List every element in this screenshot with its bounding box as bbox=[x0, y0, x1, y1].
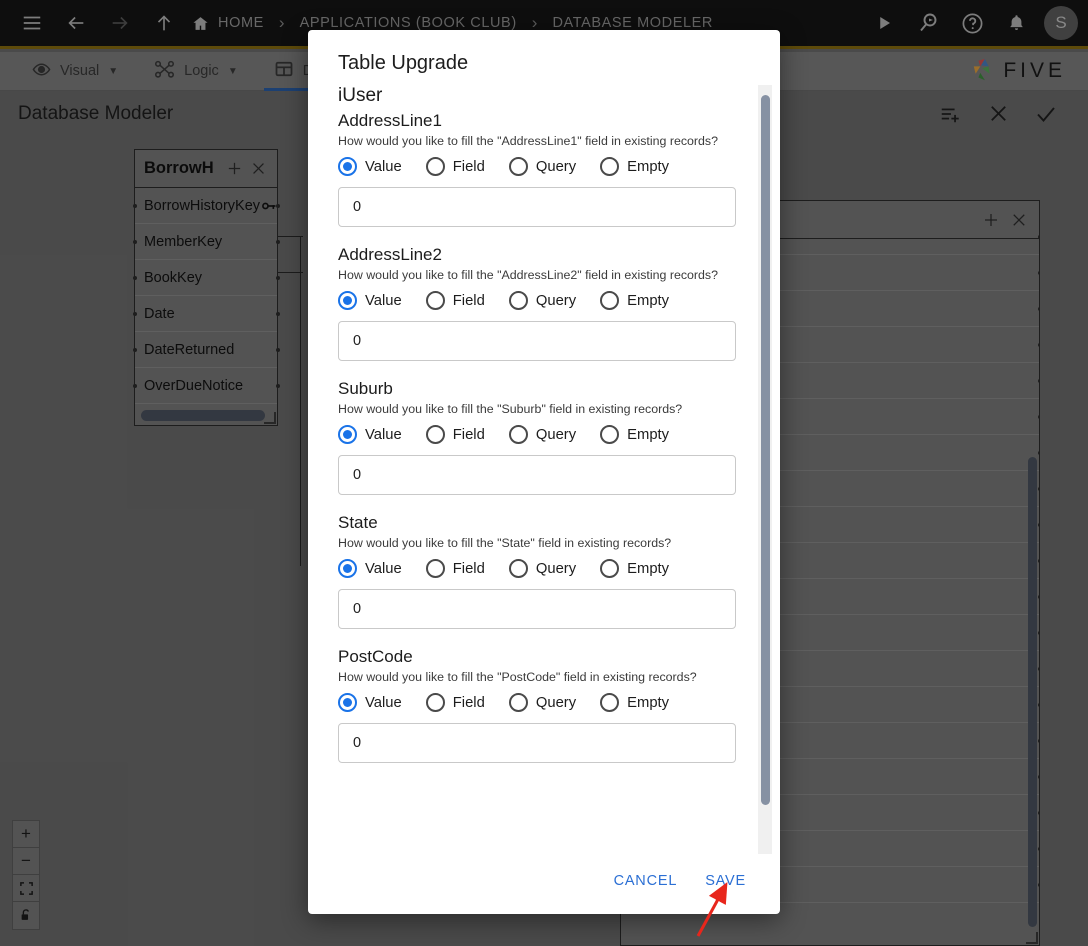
radio-circle bbox=[425, 693, 445, 712]
field-name: State bbox=[338, 513, 378, 532]
field-group-addressline1: AddressLine1 How would you like to fill … bbox=[338, 111, 750, 227]
radio-label: Field bbox=[452, 158, 485, 175]
field-name: AddressLine2 bbox=[338, 245, 442, 264]
field-name: Suburb bbox=[338, 379, 393, 398]
radio-circle bbox=[508, 425, 528, 444]
field-group-suburb: Suburb How would you like to fill the "S… bbox=[338, 379, 750, 495]
radio-circle bbox=[338, 157, 357, 176]
radio-circle bbox=[425, 291, 445, 310]
radio-circle bbox=[600, 157, 620, 176]
radio-circle bbox=[508, 291, 528, 310]
radio-circle bbox=[508, 157, 528, 176]
radio-empty[interactable]: Empty bbox=[600, 693, 669, 712]
radio-circle bbox=[600, 291, 620, 310]
dialog-table-name: iUser bbox=[338, 85, 383, 106]
cancel-button[interactable]: CANCEL bbox=[614, 873, 678, 889]
radio-value[interactable]: Value bbox=[338, 693, 402, 712]
radio-label: Query bbox=[535, 292, 577, 309]
radio-label: Field bbox=[452, 560, 485, 577]
radio-circle bbox=[600, 559, 620, 578]
fill-mode-radio-group: Value Field Query Empty bbox=[338, 157, 750, 176]
fill-mode-radio-group: Value Field Query Empty bbox=[338, 559, 750, 578]
radio-label: Value bbox=[365, 694, 402, 711]
radio-label: Empty bbox=[627, 426, 670, 443]
radio-label: Value bbox=[365, 292, 402, 309]
radio-circle bbox=[338, 693, 357, 712]
field-value-input[interactable]: 0 bbox=[338, 723, 736, 763]
radio-label: Value bbox=[365, 426, 402, 443]
radio-circle bbox=[600, 693, 620, 712]
radio-label: Value bbox=[365, 560, 402, 577]
application-window: HOME › APPLICATIONS (BOOK CLUB) › DATABA… bbox=[0, 0, 1088, 946]
radio-circle bbox=[508, 693, 528, 712]
radio-value[interactable]: Value bbox=[338, 559, 402, 578]
dialog-title: Table Upgrade bbox=[338, 52, 469, 74]
radio-circle bbox=[425, 425, 445, 444]
radio-label: Field bbox=[452, 426, 485, 443]
radio-label: Value bbox=[365, 158, 402, 175]
fill-mode-radio-group: Value Field Query Empty bbox=[338, 425, 750, 444]
radio-value[interactable]: Value bbox=[338, 291, 402, 310]
field-question: How would you like to fill the "AddressL… bbox=[338, 134, 719, 148]
dialog-scroll-area[interactable]: iUser AddressLine1 How would you like to… bbox=[338, 85, 750, 854]
radio-query[interactable]: Query bbox=[508, 291, 577, 310]
radio-label: Field bbox=[452, 694, 485, 711]
radio-label: Field bbox=[452, 292, 485, 309]
radio-field[interactable]: Field bbox=[425, 559, 485, 578]
radio-field[interactable]: Field bbox=[425, 425, 485, 444]
field-group-postcode: PostCode How would you like to fill the … bbox=[338, 647, 750, 763]
radio-circle bbox=[338, 291, 357, 310]
radio-circle bbox=[600, 425, 620, 444]
radio-value[interactable]: Value bbox=[338, 425, 402, 444]
field-value-input[interactable]: 0 bbox=[338, 187, 736, 227]
field-group-addressline2: AddressLine2 How would you like to fill … bbox=[338, 245, 750, 361]
dialog-actions: CANCEL SAVE bbox=[308, 854, 780, 914]
dialog-vertical-scrollbar[interactable] bbox=[758, 85, 772, 854]
radio-label: Empty bbox=[627, 694, 670, 711]
radio-label: Query bbox=[535, 158, 577, 175]
save-button[interactable]: SAVE bbox=[705, 873, 746, 889]
radio-query[interactable]: Query bbox=[508, 425, 577, 444]
radio-field[interactable]: Field bbox=[425, 157, 485, 176]
radio-query[interactable]: Query bbox=[508, 559, 577, 578]
field-value-input[interactable]: 0 bbox=[338, 321, 736, 361]
field-question: How would you like to fill the "State" f… bbox=[338, 536, 672, 550]
radio-empty[interactable]: Empty bbox=[600, 291, 669, 310]
field-question: How would you like to fill the "Suburb" … bbox=[338, 402, 683, 416]
radio-circle bbox=[425, 157, 445, 176]
table-upgrade-dialog: Table Upgrade iUser AddressLine1 How wou… bbox=[308, 30, 780, 914]
field-name: PostCode bbox=[338, 647, 413, 666]
radio-label: Query bbox=[535, 426, 577, 443]
radio-label: Empty bbox=[627, 560, 670, 577]
field-value-input[interactable]: 0 bbox=[338, 455, 736, 495]
fill-mode-radio-group: Value Field Query Empty bbox=[338, 693, 750, 712]
radio-empty[interactable]: Empty bbox=[600, 559, 669, 578]
radio-circle bbox=[338, 425, 357, 444]
radio-label: Query bbox=[535, 560, 577, 577]
radio-query[interactable]: Query bbox=[508, 157, 577, 176]
radio-field[interactable]: Field bbox=[425, 693, 485, 712]
field-group-state: State How would you like to fill the "St… bbox=[338, 513, 750, 629]
dialog-scroll-thumb[interactable] bbox=[761, 95, 770, 805]
radio-circle bbox=[338, 559, 357, 578]
radio-query[interactable]: Query bbox=[508, 693, 577, 712]
radio-empty[interactable]: Empty bbox=[600, 425, 669, 444]
radio-label: Empty bbox=[627, 292, 670, 309]
field-name: AddressLine1 bbox=[338, 111, 442, 130]
field-question: How would you like to fill the "PostCode… bbox=[338, 670, 697, 684]
field-question: How would you like to fill the "AddressL… bbox=[338, 268, 719, 282]
radio-circle bbox=[508, 559, 528, 578]
fill-mode-radio-group: Value Field Query Empty bbox=[338, 291, 750, 310]
radio-value[interactable]: Value bbox=[338, 157, 402, 176]
dialog-body: iUser AddressLine1 How would you like to… bbox=[338, 85, 772, 854]
radio-label: Empty bbox=[627, 158, 670, 175]
radio-label: Query bbox=[535, 694, 577, 711]
field-value-input[interactable]: 0 bbox=[338, 589, 736, 629]
radio-circle bbox=[425, 559, 445, 578]
radio-empty[interactable]: Empty bbox=[600, 157, 669, 176]
radio-field[interactable]: Field bbox=[425, 291, 485, 310]
